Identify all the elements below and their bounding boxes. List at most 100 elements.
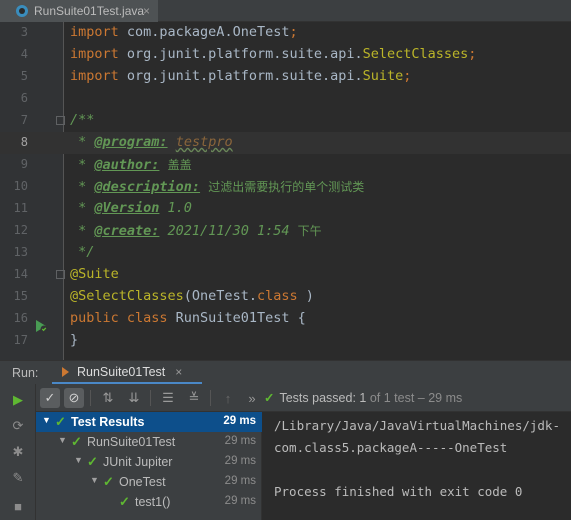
fold-marker-icon[interactable]: [56, 270, 65, 279]
code-token: import: [70, 68, 127, 84]
java-class-icon: [16, 5, 28, 17]
chevron-down-icon[interactable]: ▼: [42, 415, 51, 425]
sort-duration-icon[interactable]: ⇊: [124, 388, 144, 408]
chevron-down-icon[interactable]: ▼: [74, 455, 83, 465]
line-number: 15: [13, 289, 28, 303]
code-line[interactable]: 10 * @description: 过滤出需要执行的单个测试类: [0, 176, 571, 198]
editor-tab-bar: RunSuite01Test.java ×: [0, 0, 571, 22]
code-token: @create:: [94, 223, 160, 239]
code-token: ;: [403, 68, 412, 84]
run-config-title: RunSuite01Test: [77, 364, 166, 379]
code-text: import com.packageA.OneTest;: [70, 24, 298, 40]
fold-marker-icon[interactable]: [56, 116, 65, 125]
code-line[interactable]: 11 * @Version 1.0: [0, 198, 571, 220]
run-tool-window-header: Run: RunSuite01Test ×: [0, 360, 571, 385]
test-duration: 29 ms: [223, 415, 256, 427]
expand-all-icon[interactable]: ☰: [158, 388, 178, 408]
line-number: 8: [20, 135, 28, 149]
code-token: class: [256, 288, 298, 304]
code-line[interactable]: 12 * @create: 2021/11/30 1:54 下午: [0, 220, 571, 242]
code-line[interactable]: 7 /**: [0, 110, 571, 132]
line-number: 4: [20, 47, 28, 61]
stop-icon[interactable]: ■: [8, 496, 28, 516]
chevron-down-icon[interactable]: ▼: [58, 435, 67, 445]
line-number: 5: [20, 69, 28, 83]
run-side-toolbar: ▶ ⟳ ✱ ✎ ■: [0, 384, 36, 520]
code-text: * @description: 过滤出需要执行的单个测试类: [70, 178, 364, 195]
run-config-tab[interactable]: RunSuite01Test ×: [52, 361, 202, 385]
toolbar-separator: [150, 390, 151, 406]
arrow-up-icon[interactable]: ↑: [218, 388, 238, 408]
code-text: @SelectClasses(OneTest.class ): [70, 288, 314, 304]
code-token: ;: [289, 24, 298, 40]
test-tree-node[interactable]: ▼ ✓ JUnit Jupiter 29 ms: [36, 452, 262, 472]
status-passed-label: Tests passed:: [279, 391, 356, 405]
code-token: *: [70, 223, 95, 239]
run-gutter-icon[interactable]: [34, 319, 48, 333]
code-line[interactable]: 16 public class RunSuite01Test {: [0, 308, 571, 330]
console-line: Process finished with exit code 0: [274, 484, 523, 499]
code-token: RunSuite01Test {: [175, 310, 306, 326]
close-tab-icon[interactable]: ×: [143, 4, 150, 18]
chevron-down-icon[interactable]: ▼: [90, 475, 99, 485]
code-line[interactable]: 8 * @program: testpro: [0, 132, 571, 154]
code-text: import org.junit.platform.suite.api.Suit…: [70, 68, 411, 84]
cancel-circle-icon[interactable]: ⊘: [64, 388, 84, 408]
console-line: /Library/Java/JavaVirtualMachines/jdk-: [274, 418, 560, 433]
code-token: @program:: [94, 134, 168, 150]
code-text: */: [70, 244, 94, 260]
more-icon[interactable]: »: [242, 388, 262, 408]
test-tree-node[interactable]: ✓ test1() 29 ms: [36, 492, 262, 512]
line-number: 6: [20, 91, 28, 105]
code-text: /**: [70, 112, 94, 128]
editor-tab-filename: RunSuite01Test.java: [34, 4, 145, 18]
code-line[interactable]: 17}: [0, 330, 571, 352]
code-line[interactable]: 3 import com.packageA.OneTest;: [0, 22, 571, 44]
code-line[interactable]: 6: [0, 88, 571, 110]
test-tree-node[interactable]: ▼ ✓ Test Results 29 ms: [36, 412, 262, 432]
line-number: 13: [13, 245, 28, 259]
check-icon[interactable]: ✓: [40, 388, 60, 408]
code-token: *: [70, 134, 95, 150]
test-name: RunSuite01Test: [87, 435, 176, 449]
pass-check-icon: ✓: [264, 391, 275, 405]
code-line[interactable]: 15 @SelectClasses(OneTest.class ): [0, 286, 571, 308]
test-tree-node[interactable]: ▼ ✓ OneTest 29 ms: [36, 472, 262, 492]
rerun-failed-icon[interactable]: ⟳: [8, 416, 28, 436]
play-icon[interactable]: ▶: [8, 390, 28, 410]
status-summary: of 1 test – 29 ms: [369, 391, 463, 405]
debug-icon[interactable]: ✱: [8, 442, 28, 462]
code-token: SelectClasses: [362, 46, 469, 62]
console-output[interactable]: /Library/Java/JavaVirtualMachines/jdk-co…: [262, 412, 571, 520]
test-tree-node[interactable]: ▼ ✓ RunSuite01Test 29 ms: [36, 432, 262, 452]
code-line[interactable]: 13 */: [0, 242, 571, 264]
code-token: *: [70, 179, 95, 195]
line-number: 3: [20, 25, 28, 39]
collapse-all-icon[interactable]: ≚: [184, 388, 204, 408]
test-results-tree[interactable]: ▼ ✓ Test Results 29 ms ▼ ✓ RunSuite01Test 29 ms…: [36, 412, 262, 520]
code-token: import: [70, 46, 127, 62]
code-token: 过滤出需要执行的单个测试类: [208, 180, 365, 194]
close-run-tab-icon[interactable]: ×: [175, 365, 182, 379]
code-token: *: [70, 157, 95, 173]
code-line[interactable]: 14 @Suite: [0, 264, 571, 286]
code-text: * @author: 盖盖: [70, 156, 191, 173]
code-line[interactable]: 9 * @author: 盖盖: [0, 154, 571, 176]
sort-alpha-icon[interactable]: ⇅: [98, 388, 118, 408]
code-token: @Version: [94, 200, 160, 216]
code-token: @description:: [94, 179, 201, 195]
code-editor[interactable]: 3 import com.packageA.OneTest; 4 import org…: [0, 22, 571, 360]
editor-tab[interactable]: RunSuite01Test.java ×: [0, 0, 158, 22]
line-number: 11: [13, 201, 28, 215]
code-line[interactable]: 5 import org.junit.platform.suite.api.Sui…: [0, 66, 571, 88]
code-token: @Suite: [70, 266, 119, 282]
code-token: ): [297, 288, 314, 304]
code-line[interactable]: 4 import org.junit.platform.suite.api.Sel…: [0, 44, 571, 66]
code-token: 下午: [297, 224, 322, 238]
code-token: @SelectClasses: [70, 288, 184, 304]
code-token: *: [70, 200, 95, 216]
wrench-icon[interactable]: ✎: [8, 468, 28, 488]
